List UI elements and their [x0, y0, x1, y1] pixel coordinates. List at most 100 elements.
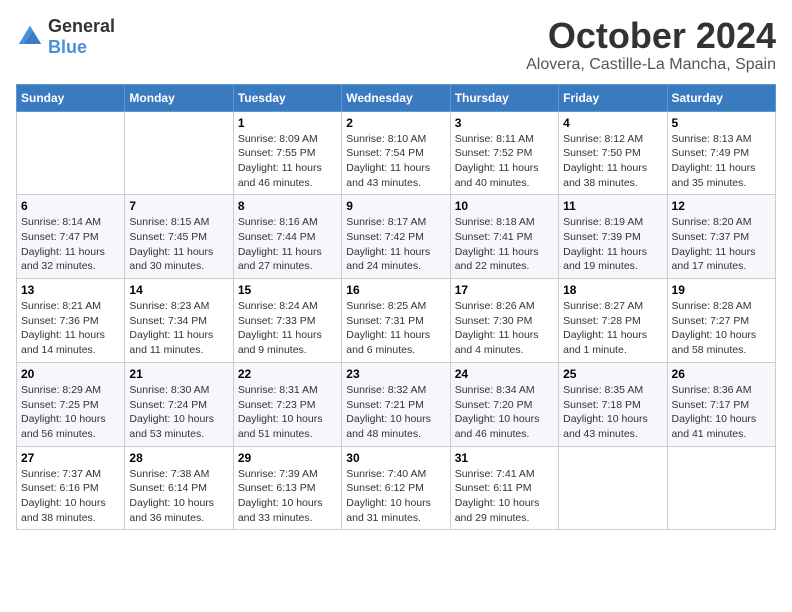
day-info: Sunrise: 8:17 AM Sunset: 7:42 PM Dayligh… — [346, 215, 445, 274]
day-info: Sunrise: 8:26 AM Sunset: 7:30 PM Dayligh… — [455, 299, 554, 358]
calendar-cell — [667, 446, 775, 530]
calendar-cell: 25 Sunrise: 8:35 AM Sunset: 7:18 PM Dayli… — [559, 362, 667, 446]
day-number: 10 — [455, 199, 554, 213]
day-info: Sunrise: 7:38 AM Sunset: 6:14 PM Dayligh… — [129, 467, 228, 526]
day-info: Sunrise: 8:35 AM Sunset: 7:18 PM Dayligh… — [563, 383, 662, 442]
calendar-cell: 2 Sunrise: 8:10 AM Sunset: 7:54 PM Daylig… — [342, 111, 450, 195]
calendar-cell: 30 Sunrise: 7:40 AM Sunset: 6:12 PM Dayli… — [342, 446, 450, 530]
calendar-cell: 19 Sunrise: 8:28 AM Sunset: 7:27 PM Dayli… — [667, 279, 775, 363]
header-cell-sunday: Sunday — [17, 84, 125, 111]
day-number: 4 — [563, 116, 662, 130]
calendar-week-4: 20 Sunrise: 8:29 AM Sunset: 7:25 PM Dayli… — [17, 362, 776, 446]
day-number: 5 — [672, 116, 771, 130]
logo-icon — [16, 23, 44, 51]
day-number: 11 — [563, 199, 662, 213]
calendar-cell: 8 Sunrise: 8:16 AM Sunset: 7:44 PM Daylig… — [233, 195, 341, 279]
day-info: Sunrise: 8:29 AM Sunset: 7:25 PM Dayligh… — [21, 383, 120, 442]
day-info: Sunrise: 8:30 AM Sunset: 7:24 PM Dayligh… — [129, 383, 228, 442]
day-info: Sunrise: 8:09 AM Sunset: 7:55 PM Dayligh… — [238, 132, 337, 191]
title-block: October 2024 Alovera, Castille-La Mancha… — [526, 16, 776, 74]
calendar-cell: 7 Sunrise: 8:15 AM Sunset: 7:45 PM Daylig… — [125, 195, 233, 279]
calendar-cell: 18 Sunrise: 8:27 AM Sunset: 7:28 PM Dayli… — [559, 279, 667, 363]
day-number: 27 — [21, 451, 120, 465]
calendar-cell: 28 Sunrise: 7:38 AM Sunset: 6:14 PM Dayli… — [125, 446, 233, 530]
day-info: Sunrise: 8:15 AM Sunset: 7:45 PM Dayligh… — [129, 215, 228, 274]
calendar-cell — [125, 111, 233, 195]
day-number: 21 — [129, 367, 228, 381]
calendar-cell: 5 Sunrise: 8:13 AM Sunset: 7:49 PM Daylig… — [667, 111, 775, 195]
day-number: 7 — [129, 199, 228, 213]
location-title: Alovera, Castille-La Mancha, Spain — [526, 56, 776, 74]
day-number: 12 — [672, 199, 771, 213]
day-number: 19 — [672, 283, 771, 297]
day-info: Sunrise: 7:37 AM Sunset: 6:16 PM Dayligh… — [21, 467, 120, 526]
logo: General Blue — [16, 16, 115, 58]
calendar-week-2: 6 Sunrise: 8:14 AM Sunset: 7:47 PM Daylig… — [17, 195, 776, 279]
day-info: Sunrise: 8:10 AM Sunset: 7:54 PM Dayligh… — [346, 132, 445, 191]
header-cell-wednesday: Wednesday — [342, 84, 450, 111]
calendar-header: SundayMondayTuesdayWednesdayThursdayFrid… — [17, 84, 776, 111]
day-number: 23 — [346, 367, 445, 381]
calendar-cell: 4Sunrise: 8:12 AM Sunset: 7:50 PM Daylig… — [559, 111, 667, 195]
header-cell-saturday: Saturday — [667, 84, 775, 111]
calendar-week-5: 27 Sunrise: 7:37 AM Sunset: 6:16 PM Dayli… — [17, 446, 776, 530]
header-row: SundayMondayTuesdayWednesdayThursdayFrid… — [17, 84, 776, 111]
calendar-cell: 11Sunrise: 8:19 AM Sunset: 7:39 PM Dayli… — [559, 195, 667, 279]
day-info: Sunrise: 8:31 AM Sunset: 7:23 PM Dayligh… — [238, 383, 337, 442]
day-number: 29 — [238, 451, 337, 465]
day-info: Sunrise: 8:25 AM Sunset: 7:31 PM Dayligh… — [346, 299, 445, 358]
day-number: 14 — [129, 283, 228, 297]
calendar-cell: 6 Sunrise: 8:14 AM Sunset: 7:47 PM Daylig… — [17, 195, 125, 279]
calendar-cell: 17 Sunrise: 8:26 AM Sunset: 7:30 PM Dayli… — [450, 279, 558, 363]
day-number: 20 — [21, 367, 120, 381]
calendar-cell: 1 Sunrise: 8:09 AM Sunset: 7:55 PM Daylig… — [233, 111, 341, 195]
day-info: Sunrise: 8:13 AM Sunset: 7:49 PM Dayligh… — [672, 132, 771, 191]
day-info: Sunrise: 8:23 AM Sunset: 7:34 PM Dayligh… — [129, 299, 228, 358]
calendar-cell: 20 Sunrise: 8:29 AM Sunset: 7:25 PM Dayli… — [17, 362, 125, 446]
day-number: 28 — [129, 451, 228, 465]
calendar-cell: 3Sunrise: 8:11 AM Sunset: 7:52 PM Daylig… — [450, 111, 558, 195]
calendar-cell: 10Sunrise: 8:18 AM Sunset: 7:41 PM Dayli… — [450, 195, 558, 279]
day-number: 18 — [563, 283, 662, 297]
day-number: 31 — [455, 451, 554, 465]
day-number: 1 — [238, 116, 337, 130]
day-number: 2 — [346, 116, 445, 130]
day-number: 6 — [21, 199, 120, 213]
calendar-cell: 26 Sunrise: 8:36 AM Sunset: 7:17 PM Dayli… — [667, 362, 775, 446]
day-number: 8 — [238, 199, 337, 213]
day-info: Sunrise: 8:16 AM Sunset: 7:44 PM Dayligh… — [238, 215, 337, 274]
calendar-cell: 29 Sunrise: 7:39 AM Sunset: 6:13 PM Dayli… — [233, 446, 341, 530]
calendar-cell: 23 Sunrise: 8:32 AM Sunset: 7:21 PM Dayli… — [342, 362, 450, 446]
day-info: Sunrise: 7:40 AM Sunset: 6:12 PM Dayligh… — [346, 467, 445, 526]
day-info: Sunrise: 8:20 AM Sunset: 7:37 PM Dayligh… — [672, 215, 771, 274]
day-number: 15 — [238, 283, 337, 297]
calendar-cell: 16 Sunrise: 8:25 AM Sunset: 7:31 PM Dayli… — [342, 279, 450, 363]
day-info: Sunrise: 8:14 AM Sunset: 7:47 PM Dayligh… — [21, 215, 120, 274]
day-info: Sunrise: 8:32 AM Sunset: 7:21 PM Dayligh… — [346, 383, 445, 442]
calendar-body: 1 Sunrise: 8:09 AM Sunset: 7:55 PM Daylig… — [17, 111, 776, 530]
day-info: Sunrise: 8:21 AM Sunset: 7:36 PM Dayligh… — [21, 299, 120, 358]
day-info: Sunrise: 8:28 AM Sunset: 7:27 PM Dayligh… — [672, 299, 771, 358]
header-cell-thursday: Thursday — [450, 84, 558, 111]
calendar-week-1: 1 Sunrise: 8:09 AM Sunset: 7:55 PM Daylig… — [17, 111, 776, 195]
day-number: 26 — [672, 367, 771, 381]
day-info: Sunrise: 7:39 AM Sunset: 6:13 PM Dayligh… — [238, 467, 337, 526]
calendar-cell: 31Sunrise: 7:41 AM Sunset: 6:11 PM Dayli… — [450, 446, 558, 530]
day-number: 17 — [455, 283, 554, 297]
calendar-cell: 13Sunrise: 8:21 AM Sunset: 7:36 PM Dayli… — [17, 279, 125, 363]
header-cell-tuesday: Tuesday — [233, 84, 341, 111]
day-number: 30 — [346, 451, 445, 465]
calendar-cell: 14 Sunrise: 8:23 AM Sunset: 7:34 PM Dayli… — [125, 279, 233, 363]
calendar-table: SundayMondayTuesdayWednesdayThursdayFrid… — [16, 84, 776, 531]
day-number: 16 — [346, 283, 445, 297]
calendar-cell: 21 Sunrise: 8:30 AM Sunset: 7:24 PM Dayli… — [125, 362, 233, 446]
calendar-cell: 15Sunrise: 8:24 AM Sunset: 7:33 PM Dayli… — [233, 279, 341, 363]
day-info: Sunrise: 8:27 AM Sunset: 7:28 PM Dayligh… — [563, 299, 662, 358]
day-number: 9 — [346, 199, 445, 213]
day-number: 25 — [563, 367, 662, 381]
header-cell-friday: Friday — [559, 84, 667, 111]
calendar-week-3: 13Sunrise: 8:21 AM Sunset: 7:36 PM Dayli… — [17, 279, 776, 363]
day-number: 3 — [455, 116, 554, 130]
day-info: Sunrise: 8:36 AM Sunset: 7:17 PM Dayligh… — [672, 383, 771, 442]
calendar-cell: 22Sunrise: 8:31 AM Sunset: 7:23 PM Dayli… — [233, 362, 341, 446]
